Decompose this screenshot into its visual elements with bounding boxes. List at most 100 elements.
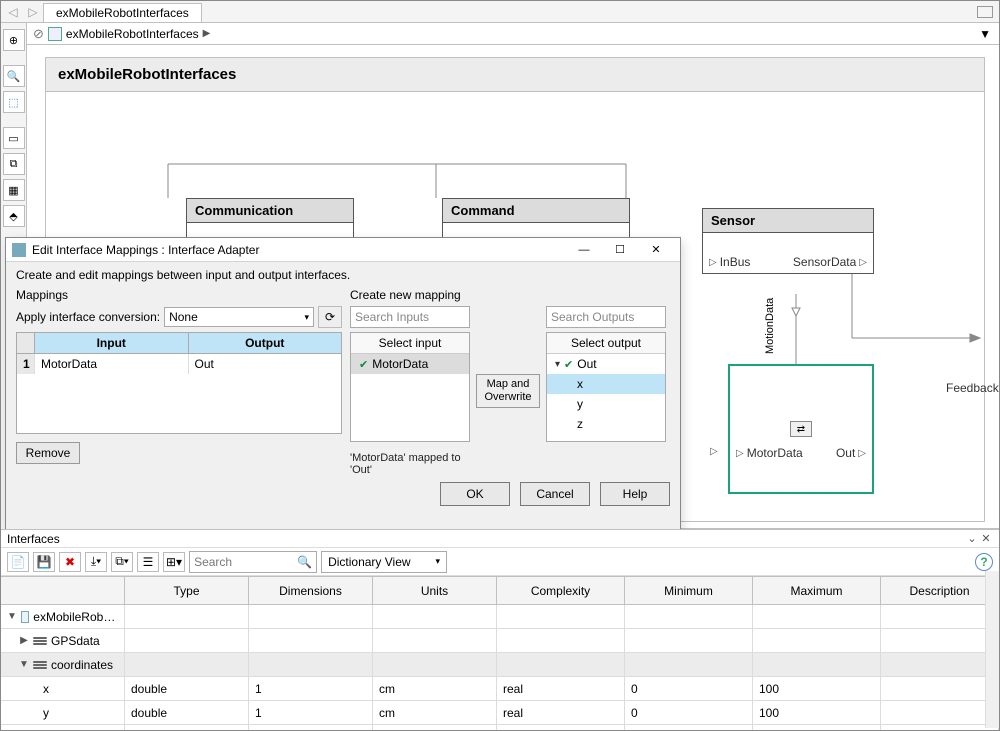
- col-dimensions-header[interactable]: Dimensions: [249, 577, 373, 604]
- tool-annotation-button[interactable]: ⧉: [3, 153, 25, 175]
- motiondata-label: MotionData: [764, 298, 776, 354]
- view-select[interactable]: Dictionary View▾: [321, 551, 447, 573]
- interfaces-header: Interfaces: [7, 532, 60, 546]
- col-output-header: Output: [189, 333, 342, 353]
- cancel-button[interactable]: Cancel: [520, 482, 590, 506]
- help-icon[interactable]: ?: [975, 553, 993, 571]
- filter-button[interactable]: ☰: [137, 552, 159, 572]
- mappings-table[interactable]: Input Output 1 MotorData Out: [16, 332, 342, 434]
- port-motordata: MotorData: [747, 446, 803, 460]
- remove-button[interactable]: Remove: [16, 442, 80, 464]
- zoom-button[interactable]: 🔍: [3, 65, 25, 87]
- col-input-header: Input: [35, 333, 189, 353]
- refresh-button[interactable]: ⟳: [318, 306, 342, 328]
- grid-row-x[interactable]: x double1cmreal0100: [1, 677, 999, 701]
- fit-to-view-button[interactable]: ⊕: [3, 29, 25, 51]
- block-sensor-header: Sensor: [703, 209, 873, 233]
- nav-forward-icon[interactable]: ▷: [25, 4, 41, 20]
- import-button[interactable]: ⤓▾: [85, 552, 107, 572]
- dialog-icon: [12, 243, 26, 257]
- grid-row-y[interactable]: y double1cmreal0100: [1, 701, 999, 725]
- panel-close-icon[interactable]: ✕: [979, 532, 993, 546]
- ok-button[interactable]: OK: [440, 482, 510, 506]
- output-item-out[interactable]: ▾ ✔ Out: [547, 354, 665, 374]
- breadcrumb: ⊘ exMobileRobotInterfaces ▶ ▼: [27, 23, 999, 45]
- tab-bar: ◁ ▷ exMobileRobotInterfaces: [1, 1, 999, 23]
- select-input-list[interactable]: Select input ✔ MotorData: [350, 332, 470, 442]
- input-item-motordata[interactable]: ✔ MotorData: [351, 354, 469, 374]
- minimize-button[interactable]: —: [566, 239, 602, 261]
- check-icon: ✔: [359, 358, 368, 371]
- breadcrumb-arrow-icon[interactable]: ▶: [203, 28, 211, 39]
- create-mapping-label: Create new mapping: [350, 288, 670, 302]
- breadcrumb-label[interactable]: exMobileRobotInterfaces: [66, 27, 199, 41]
- grid-row-gpsdata[interactable]: ▶GPSdata: [1, 629, 999, 653]
- dialog-description: Create and edit mappings between input a…: [16, 268, 670, 282]
- mappings-label: Mappings: [16, 288, 342, 302]
- dialog-edit-interface-mappings: Edit Interface Mappings : Interface Adap…: [5, 237, 681, 531]
- tool-viewer-button[interactable]: ⬘: [3, 205, 25, 227]
- grid-row-coordinates[interactable]: ▼coordinates: [1, 653, 999, 677]
- nav-back-icon[interactable]: ◁: [5, 4, 21, 20]
- breadcrumb-back-icon[interactable]: ⊘: [33, 26, 44, 42]
- bus-icon: [33, 660, 47, 670]
- structure-button[interactable]: ⊞▾: [163, 552, 185, 572]
- tool-image-button[interactable]: ▦: [3, 179, 25, 201]
- select-output-list[interactable]: Select output ▾ ✔ Out x y z: [546, 332, 666, 442]
- maximize-icon[interactable]: [977, 6, 993, 18]
- port-inbus: InBus: [720, 255, 751, 269]
- output-item-z[interactable]: z: [547, 414, 665, 434]
- col-units-header[interactable]: Units: [373, 577, 497, 604]
- port-out: Out: [836, 446, 855, 460]
- bus-icon: [33, 636, 47, 646]
- save-button[interactable]: 💾: [33, 552, 55, 572]
- select-input-header: Select input: [351, 333, 469, 354]
- duplicate-button[interactable]: ⧉▾: [111, 552, 133, 572]
- col-type-header[interactable]: Type: [125, 577, 249, 604]
- col-complexity-header[interactable]: Complexity: [497, 577, 625, 604]
- vertical-scrollbar[interactable]: [985, 571, 999, 728]
- help-button[interactable]: Help: [600, 482, 670, 506]
- search-inputs-field[interactable]: Search Inputs: [350, 306, 470, 328]
- dialog-title: Edit Interface Mappings : Interface Adap…: [32, 243, 259, 257]
- interfaces-search-input[interactable]: Search🔍: [189, 551, 317, 573]
- block-communication-header: Communication: [187, 199, 353, 223]
- apply-conversion-select[interactable]: None▾: [164, 307, 314, 327]
- grid-row-z[interactable]: z double1cmreal0100: [1, 725, 999, 730]
- block-command-header: Command: [443, 199, 629, 223]
- block-interface-adapter[interactable]: ⇄ ▷MotorData Out▷ ▷: [728, 364, 874, 494]
- interfaces-grid[interactable]: Type Dimensions Units Complexity Minimum…: [1, 576, 999, 730]
- smart-guides-button[interactable]: ⬚: [3, 91, 25, 113]
- canvas-title: exMobileRobotInterfaces: [46, 58, 984, 92]
- dialog-titlebar[interactable]: Edit Interface Mappings : Interface Adap…: [6, 238, 680, 262]
- maximize-button[interactable]: ☐: [602, 239, 638, 261]
- search-icon: 🔍: [297, 555, 312, 569]
- adapter-core-icon: ⇄: [790, 421, 812, 437]
- delete-button[interactable]: ✖: [59, 552, 81, 572]
- check-icon: ✔: [564, 358, 573, 371]
- breadcrumb-dropdown-icon[interactable]: ▼: [979, 27, 991, 41]
- col-description-header[interactable]: Description: [881, 577, 999, 604]
- port-sensor-sensordata: SensorData: [793, 255, 856, 269]
- col-maximum-header[interactable]: Maximum: [753, 577, 881, 604]
- panel-minimize-icon[interactable]: ⌄: [965, 532, 979, 546]
- mapping-row[interactable]: 1 MotorData Out: [17, 354, 341, 374]
- apply-conversion-label: Apply interface conversion:: [16, 310, 160, 324]
- new-interface-button[interactable]: 📄: [7, 552, 29, 572]
- mapping-status: 'MotorData' mapped to 'Out': [350, 452, 470, 476]
- block-sensor[interactable]: Sensor ▷InBus SensorData▷: [702, 208, 874, 274]
- chevron-down-icon[interactable]: ▾: [555, 359, 560, 370]
- output-item-x[interactable]: x: [547, 374, 665, 394]
- map-and-overwrite-button[interactable]: Map and Overwrite: [476, 374, 540, 408]
- select-output-header: Select output: [547, 333, 665, 354]
- col-minimum-header[interactable]: Minimum: [625, 577, 753, 604]
- interfaces-panel: Interfaces ⌄ ✕ 📄 💾 ✖ ⤓▾ ⧉▾ ☰ ⊞▾ Search🔍 …: [1, 529, 999, 730]
- tool-box-button[interactable]: ▭: [3, 127, 25, 149]
- grid-row-root[interactable]: ▼exMobileRobotInterfaces: [1, 605, 999, 629]
- tab-model[interactable]: exMobileRobotInterfaces: [43, 3, 202, 22]
- outport-feedback[interactable]: Feedback ▷: [946, 381, 999, 395]
- search-outputs-field[interactable]: Search Outputs: [546, 306, 666, 328]
- output-item-y[interactable]: y: [547, 394, 665, 414]
- model-icon: [48, 27, 62, 41]
- close-button[interactable]: ✕: [638, 239, 674, 261]
